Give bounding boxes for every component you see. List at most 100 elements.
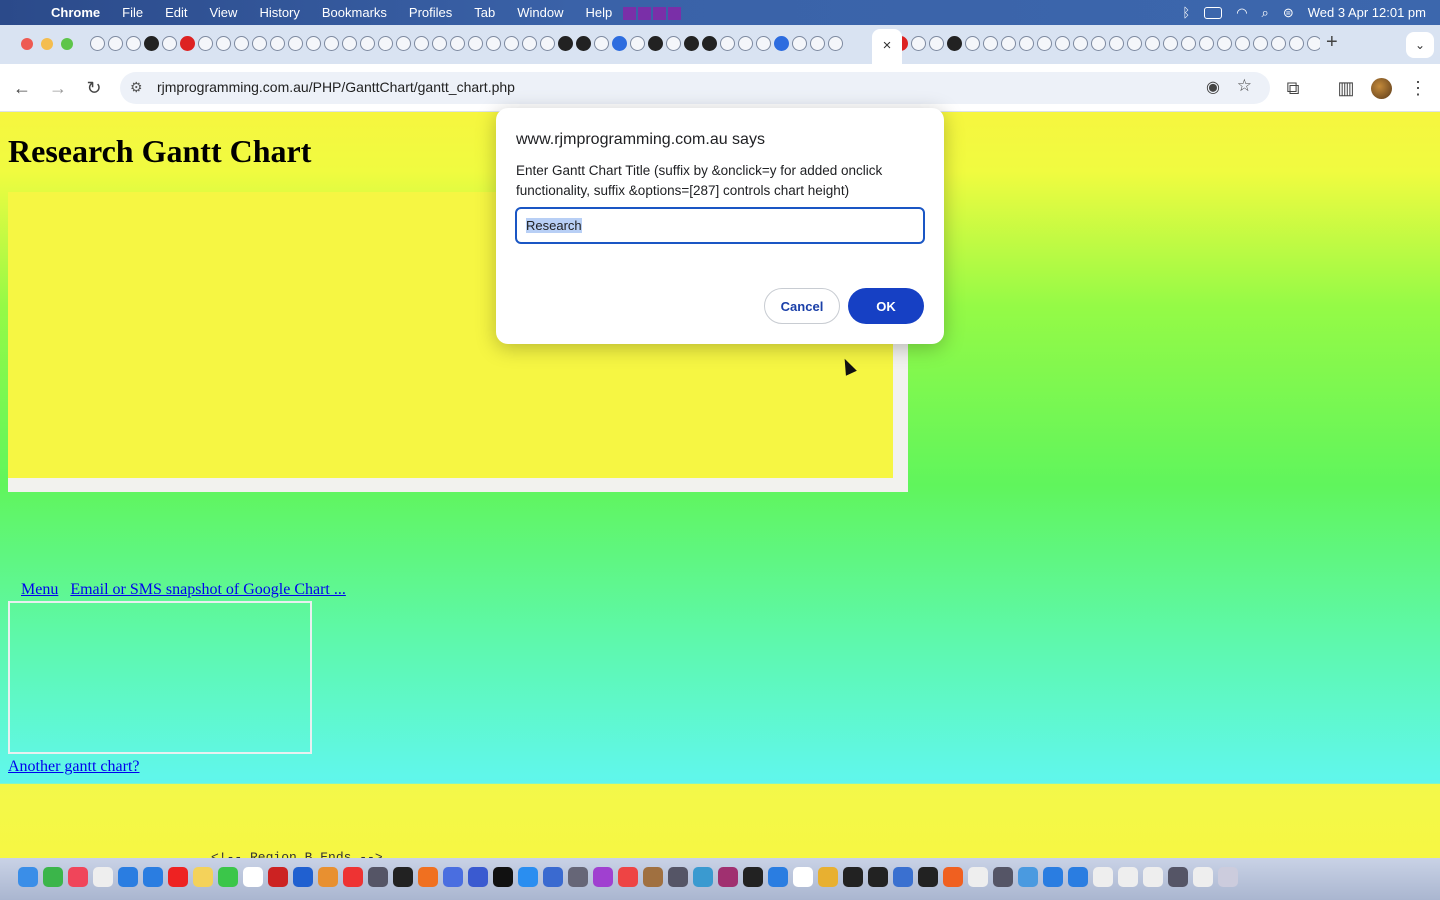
filezilla-icon[interactable]: [268, 867, 288, 887]
tab-favicon[interactable]: [198, 36, 213, 51]
tab-favicon[interactable]: [702, 36, 717, 51]
dialog-text-input[interactable]: Research: [515, 207, 925, 244]
app-icon[interactable]: [1043, 867, 1063, 887]
tab-favicon[interactable]: [828, 36, 843, 51]
tab-favicon[interactable]: [1217, 36, 1232, 51]
calculator-icon[interactable]: [668, 867, 688, 887]
menu-tab[interactable]: Tab: [463, 5, 506, 20]
window-thumbnail-icon[interactable]: [1093, 867, 1113, 887]
address-bar[interactable]: ⚙ rjmprogramming.com.au/PHP/GanttChart/g…: [120, 72, 1270, 104]
menu-help[interactable]: Help: [575, 5, 624, 20]
opera-icon[interactable]: [168, 867, 188, 887]
tab-favicons[interactable]: [90, 36, 1320, 54]
tab-favicon[interactable]: [738, 36, 753, 51]
folder-icon[interactable]: [1018, 867, 1038, 887]
ok-button[interactable]: OK: [848, 288, 924, 324]
bbedit-icon[interactable]: [468, 867, 488, 887]
tab-favicon[interactable]: [594, 36, 609, 51]
tab-favicon[interactable]: [126, 36, 141, 51]
tab-favicon[interactable]: [360, 36, 375, 51]
forward-arrow-icon[interactable]: →: [46, 76, 70, 100]
tab-favicon[interactable]: [1127, 36, 1142, 51]
menu-history[interactable]: History: [248, 5, 310, 20]
tab-favicon[interactable]: [288, 36, 303, 51]
tab-favicon[interactable]: [1289, 36, 1304, 51]
app-icon[interactable]: [768, 867, 788, 887]
app-icon[interactable]: [893, 867, 913, 887]
tab-favicon[interactable]: [1019, 36, 1034, 51]
bookmark-star-icon[interactable]: ☆: [1237, 76, 1252, 96]
menu-window[interactable]: Window: [506, 5, 574, 20]
tab-favicon[interactable]: [324, 36, 339, 51]
music-icon[interactable]: [68, 867, 88, 887]
menu-view[interactable]: View: [198, 5, 248, 20]
tab-favicon[interactable]: [522, 36, 537, 51]
launchpad-icon[interactable]: [443, 867, 463, 887]
facetime-icon[interactable]: [218, 867, 238, 887]
tab-favicon[interactable]: [666, 36, 681, 51]
app-icon[interactable]: [718, 867, 738, 887]
window-close-button[interactable]: [21, 38, 33, 50]
battery-icon[interactable]: [1204, 6, 1223, 19]
tab-favicon[interactable]: [144, 36, 159, 51]
profile-avatar[interactable]: [1371, 78, 1392, 99]
app-icon[interactable]: [643, 867, 663, 887]
menu-edit[interactable]: Edit: [154, 5, 198, 20]
app-icon[interactable]: [1168, 867, 1188, 887]
another-gantt-chart-link[interactable]: Another gantt chart?: [8, 758, 140, 776]
tab-favicon[interactable]: [468, 36, 483, 51]
tab-favicon[interactable]: [1199, 36, 1214, 51]
tab-favicon[interactable]: [1271, 36, 1286, 51]
active-tab[interactable]: ×: [872, 29, 902, 64]
back-arrow-icon[interactable]: ←: [10, 76, 34, 100]
tab-favicon[interactable]: [947, 36, 962, 51]
tab-favicon[interactable]: [540, 36, 555, 51]
mail-icon[interactable]: [143, 867, 163, 887]
trash-icon[interactable]: [1218, 867, 1238, 887]
tab-favicon[interactable]: [576, 36, 591, 51]
tab-favicon[interactable]: [965, 36, 980, 51]
messages-icon[interactable]: [43, 867, 63, 887]
tab-favicon[interactable]: [1055, 36, 1070, 51]
app-icon[interactable]: [843, 867, 863, 887]
tab-favicon[interactable]: [432, 36, 447, 51]
tab-favicon[interactable]: [252, 36, 267, 51]
new-tab-button[interactable]: +: [1326, 31, 1338, 54]
tab-favicon[interactable]: [396, 36, 411, 51]
tab-favicon[interactable]: [504, 36, 519, 51]
app-icon[interactable]: [1193, 867, 1213, 887]
tab-favicon[interactable]: [1145, 36, 1160, 51]
tab-favicon[interactable]: [342, 36, 357, 51]
tab-favicon[interactable]: [306, 36, 321, 51]
tab-favicon[interactable]: [648, 36, 663, 51]
menu-link[interactable]: Menu: [21, 581, 58, 598]
zoom-icon[interactable]: [293, 867, 313, 887]
tab-favicon[interactable]: [774, 36, 789, 51]
tab-favicon[interactable]: [630, 36, 645, 51]
tab-favicon[interactable]: [486, 36, 501, 51]
textedit-icon[interactable]: [243, 867, 263, 887]
app-icon[interactable]: [993, 867, 1013, 887]
menu-app-name[interactable]: Chrome: [40, 5, 111, 20]
tab-favicon[interactable]: [234, 36, 249, 51]
tab-favicon[interactable]: [378, 36, 393, 51]
clock-datetime[interactable]: Wed 3 Apr 12:01 pm: [1308, 5, 1426, 20]
menu-bookmarks[interactable]: Bookmarks: [311, 5, 398, 20]
menu-profiles[interactable]: Profiles: [398, 5, 463, 20]
tab-favicon[interactable]: [810, 36, 825, 51]
tv-icon[interactable]: [493, 867, 513, 887]
dock-icons[interactable]: [18, 867, 1428, 889]
tab-favicon[interactable]: [1163, 36, 1178, 51]
chrome-icon[interactable]: [693, 867, 713, 887]
tab-favicon[interactable]: [983, 36, 998, 51]
tab-favicon[interactable]: [1307, 36, 1320, 51]
tab-favicon[interactable]: [1235, 36, 1250, 51]
tab-favicon[interactable]: [1109, 36, 1124, 51]
more-menu-icon[interactable]: ⋮: [1406, 76, 1430, 100]
calendar-icon[interactable]: [618, 867, 638, 887]
notes-icon[interactable]: [193, 867, 213, 887]
tab-favicon[interactable]: [162, 36, 177, 51]
tab-favicon[interactable]: [1091, 36, 1106, 51]
app-icon[interactable]: [818, 867, 838, 887]
extensions-puzzle-icon[interactable]: ⧉: [1281, 76, 1305, 100]
